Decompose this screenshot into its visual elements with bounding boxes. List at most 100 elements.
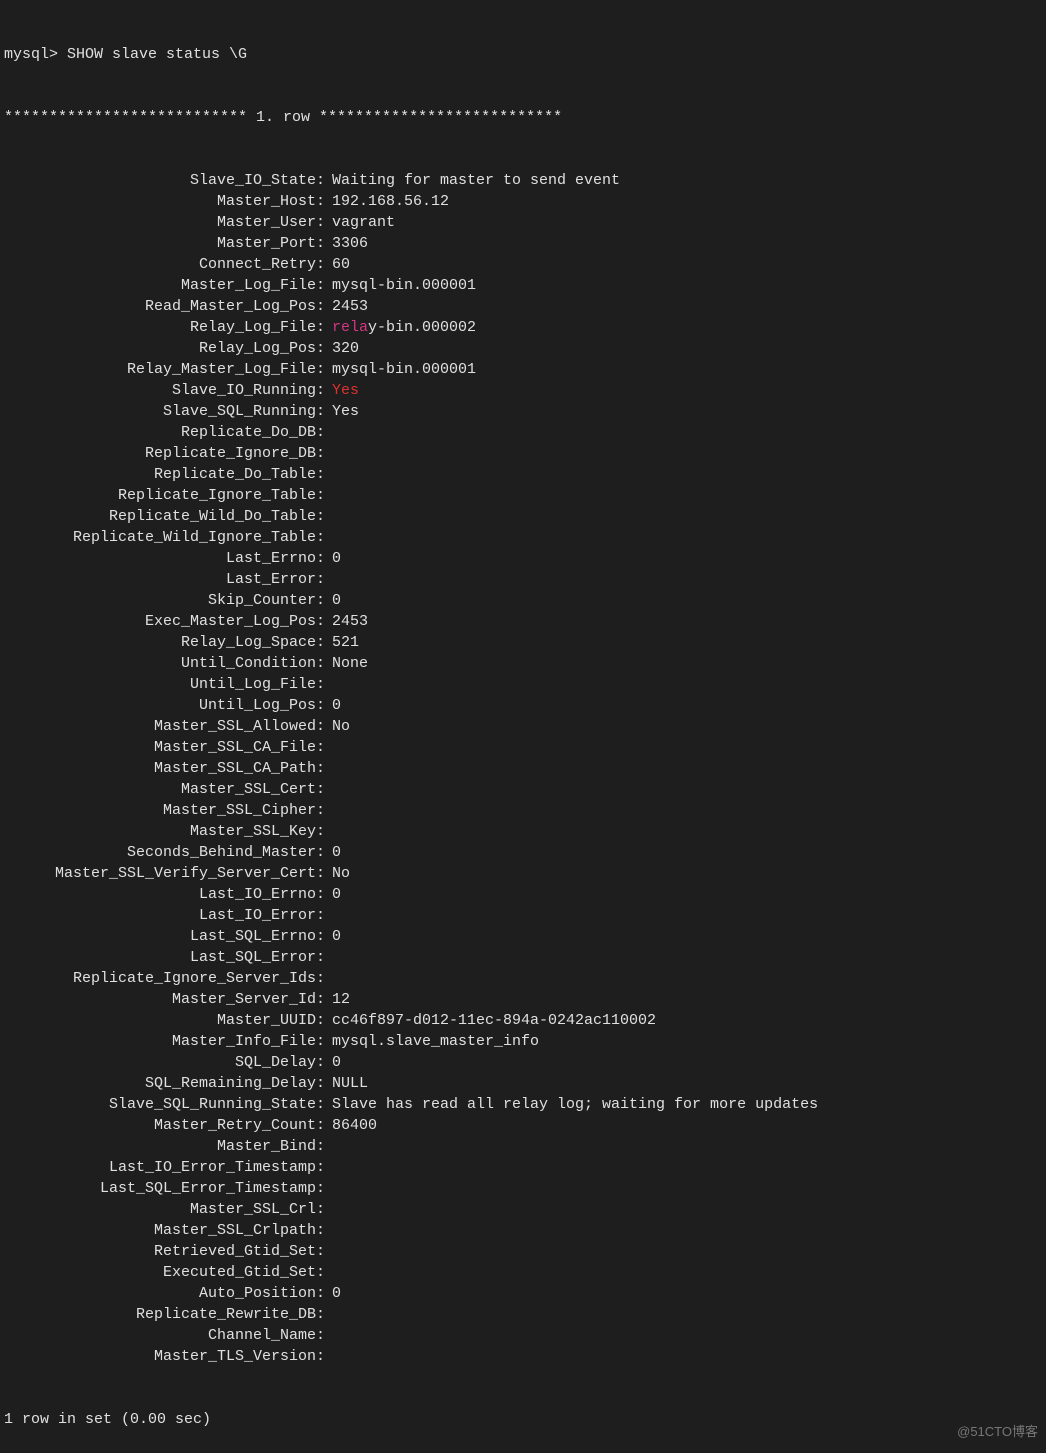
field-label: Master_User xyxy=(4,212,316,233)
field-label: Retrieved_Gtid_Set xyxy=(4,1241,316,1262)
field-separator: : xyxy=(316,506,332,527)
field-value: Slave has read all relay log; waiting fo… xyxy=(332,1094,818,1115)
status-row: Master_Server_Id: 12 xyxy=(4,989,1042,1010)
field-value: 0 xyxy=(332,1283,341,1304)
field-label: Master_SSL_Crl xyxy=(4,1199,316,1220)
field-value: 86400 xyxy=(332,1115,377,1136)
status-row: Replicate_Wild_Ignore_Table: xyxy=(4,527,1042,548)
field-separator: : xyxy=(316,1157,332,1178)
field-label: Master_Log_File xyxy=(4,275,316,296)
status-row: Master_Info_File: mysql.slave_master_inf… xyxy=(4,1031,1042,1052)
field-separator: : xyxy=(316,233,332,254)
field-separator: : xyxy=(316,1094,332,1115)
field-separator: : xyxy=(316,1031,332,1052)
field-label: Master_Bind xyxy=(4,1136,316,1157)
field-label: Auto_Position xyxy=(4,1283,316,1304)
field-label: Last_SQL_Error xyxy=(4,947,316,968)
field-label: Last_IO_Error xyxy=(4,905,316,926)
field-separator: : xyxy=(316,905,332,926)
status-row: Slave_SQL_Running_State: Slave has read … xyxy=(4,1094,1042,1115)
field-label: Master_TLS_Version xyxy=(4,1346,316,1367)
status-row: Skip_Counter: 0 xyxy=(4,590,1042,611)
field-separator: : xyxy=(316,548,332,569)
field-separator: : xyxy=(316,800,332,821)
field-label: Master_Port xyxy=(4,233,316,254)
status-row: Master_SSL_Crlpath: xyxy=(4,1220,1042,1241)
field-label: Last_SQL_Errno xyxy=(4,926,316,947)
status-row: Exec_Master_Log_Pos: 2453 xyxy=(4,611,1042,632)
field-label: Master_Info_File xyxy=(4,1031,316,1052)
status-row: Master_SSL_Cipher: xyxy=(4,800,1042,821)
field-separator: : xyxy=(316,716,332,737)
field-label: Channel_Name xyxy=(4,1325,316,1346)
field-separator: : xyxy=(316,968,332,989)
field-separator: : xyxy=(316,863,332,884)
field-label: Last_IO_Errno xyxy=(4,884,316,905)
field-separator: : xyxy=(316,1241,332,1262)
status-fields: Slave_IO_State: Waiting for master to se… xyxy=(4,170,1042,1367)
field-label: Until_Log_File xyxy=(4,674,316,695)
field-label: Master_SSL_CA_Path xyxy=(4,758,316,779)
field-value: 60 xyxy=(332,254,350,275)
status-row: Master_SSL_Cert: xyxy=(4,779,1042,800)
status-row: Relay_Log_Space: 521 xyxy=(4,632,1042,653)
watermark: @51CTO博客 xyxy=(957,1423,1038,1441)
field-separator: : xyxy=(316,989,332,1010)
field-value: 521 xyxy=(332,632,359,653)
field-label: Master_SSL_Verify_Server_Cert xyxy=(4,863,316,884)
field-label: SQL_Delay xyxy=(4,1052,316,1073)
field-value: vagrant xyxy=(332,212,395,233)
field-label: Replicate_Ignore_DB xyxy=(4,443,316,464)
field-separator: : xyxy=(316,422,332,443)
field-label: Replicate_Wild_Do_Table xyxy=(4,506,316,527)
field-value: 2453 xyxy=(332,611,368,632)
field-separator: : xyxy=(316,254,332,275)
status-row: Master_Log_File: mysql-bin.000001 xyxy=(4,275,1042,296)
field-separator: : xyxy=(316,632,332,653)
field-separator: : xyxy=(316,590,332,611)
field-separator: : xyxy=(316,1136,332,1157)
field-label: Seconds_Behind_Master xyxy=(4,842,316,863)
field-separator: : xyxy=(316,1115,332,1136)
field-value: Waiting for master to send event xyxy=(332,170,620,191)
field-value: 0 xyxy=(332,1052,341,1073)
field-separator: : xyxy=(316,1346,332,1367)
status-row: Replicate_Do_Table: xyxy=(4,464,1042,485)
field-label: Relay_Log_File xyxy=(4,317,316,338)
field-separator: : xyxy=(316,1325,332,1346)
status-row: Channel_Name: xyxy=(4,1325,1042,1346)
status-row: Master_Host: 192.168.56.12 xyxy=(4,191,1042,212)
status-row: Read_Master_Log_Pos: 2453 xyxy=(4,296,1042,317)
status-row: Master_SSL_Verify_Server_Cert: No xyxy=(4,863,1042,884)
field-label: Replicate_Do_DB xyxy=(4,422,316,443)
field-separator: : xyxy=(316,401,332,422)
field-label: Relay_Master_Log_File xyxy=(4,359,316,380)
field-label: Slave_IO_State xyxy=(4,170,316,191)
status-row: Relay_Master_Log_File: mysql-bin.000001 xyxy=(4,359,1042,380)
status-row: Master_SSL_Key: xyxy=(4,821,1042,842)
field-label: Last_IO_Error_Timestamp xyxy=(4,1157,316,1178)
field-value: mysql.slave_master_info xyxy=(332,1031,539,1052)
field-label: Slave_SQL_Running_State xyxy=(4,1094,316,1115)
field-separator: : xyxy=(316,821,332,842)
status-row: Master_SSL_Crl: xyxy=(4,1199,1042,1220)
field-separator: : xyxy=(316,947,332,968)
result-footer: 1 row in set (0.00 sec) xyxy=(4,1409,1042,1430)
field-label: Master_SSL_Cert xyxy=(4,779,316,800)
status-row: Replicate_Do_DB: xyxy=(4,422,1042,443)
field-label: Executed_Gtid_Set xyxy=(4,1262,316,1283)
field-value: mysql-bin.000001 xyxy=(332,359,476,380)
field-separator: : xyxy=(316,1199,332,1220)
status-row: Master_SSL_Allowed: No xyxy=(4,716,1042,737)
status-row: Relay_Log_Pos: 320 xyxy=(4,338,1042,359)
field-value: 320 xyxy=(332,338,359,359)
field-separator: : xyxy=(316,1178,332,1199)
field-separator: : xyxy=(316,653,332,674)
field-label: Master_Retry_Count xyxy=(4,1115,316,1136)
field-separator: : xyxy=(316,842,332,863)
status-row: Replicate_Ignore_Server_Ids: xyxy=(4,968,1042,989)
field-value: 12 xyxy=(332,989,350,1010)
field-label: Slave_IO_Running xyxy=(4,380,316,401)
terminal-output[interactable]: mysql> SHOW slave status \G ************… xyxy=(0,0,1046,1453)
field-value: No xyxy=(332,716,350,737)
